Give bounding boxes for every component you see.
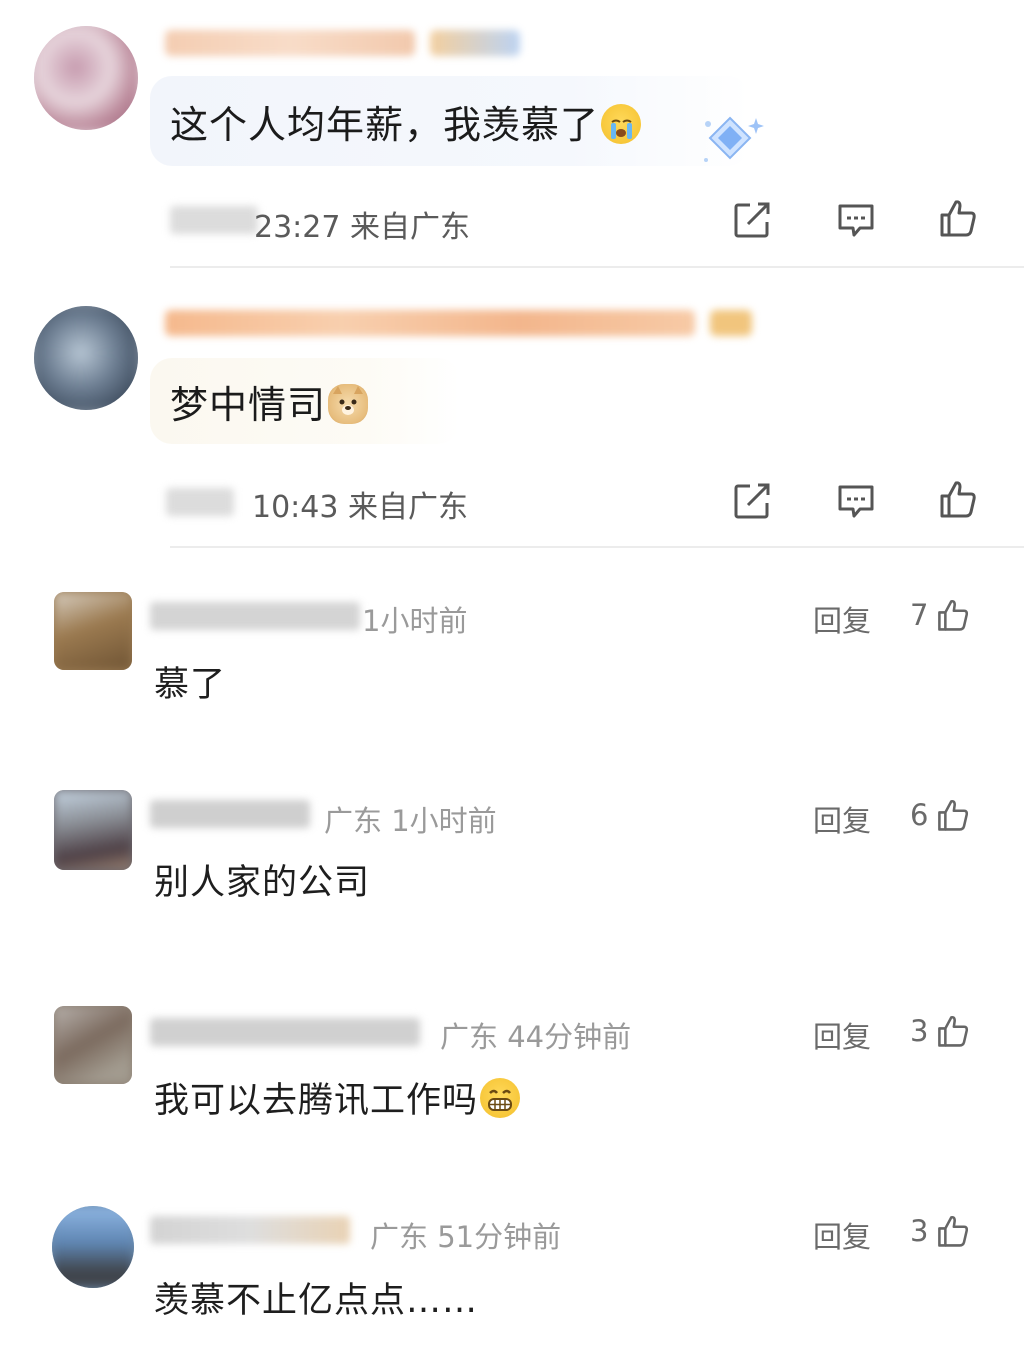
comment-meta: 广东 51分钟前 xyxy=(370,1220,562,1254)
user-badge xyxy=(710,310,752,336)
like-count: 3 xyxy=(910,1214,929,1248)
comment-text: 这个人均年薪，我羡慕了 xyxy=(170,94,642,149)
comment-text: 梦中情司 xyxy=(170,374,369,429)
comment-meta: 23:27 来自广东 xyxy=(254,210,471,245)
thumbs-up-icon[interactable] xyxy=(936,798,970,832)
divider xyxy=(170,266,1024,268)
avatar[interactable] xyxy=(34,26,138,130)
date-blurred xyxy=(166,488,234,516)
avatar[interactable] xyxy=(54,1006,132,1084)
avatar[interactable] xyxy=(54,790,132,870)
comment-text: 羡慕不止亿点点…… xyxy=(154,1281,479,1321)
reply-button[interactable]: 回复 xyxy=(813,1214,871,1256)
like-count: 6 xyxy=(910,798,929,832)
username[interactable] xyxy=(165,310,695,336)
thumbs-up-icon[interactable] xyxy=(938,479,978,519)
avatar[interactable] xyxy=(34,306,138,410)
doge-emoji-icon xyxy=(328,384,369,424)
list-item: 1小时前 慕了 回复 7 xyxy=(0,580,1024,760)
thumbs-up-icon[interactable] xyxy=(936,1214,970,1248)
like-count: 3 xyxy=(910,1014,929,1048)
divider xyxy=(170,546,1024,548)
comment-meta: 广东 44分钟前 xyxy=(440,1020,632,1054)
reply-button[interactable]: 回复 xyxy=(813,1014,871,1056)
comment-text: 慕了 xyxy=(154,665,227,705)
comment-meta: 1小时前 xyxy=(362,604,468,638)
list-item: 广东 1小时前 别人家的公司 回复 6 xyxy=(0,780,1024,960)
comment-text: 别人家的公司 xyxy=(154,863,371,903)
crying-emoji-icon xyxy=(601,104,642,144)
reply-button[interactable]: 回复 xyxy=(813,598,871,640)
comment-icon[interactable] xyxy=(836,481,876,521)
share-icon[interactable] xyxy=(732,200,772,240)
avatar[interactable] xyxy=(54,592,132,670)
list-item: 广东 44分钟前 我可以去腾讯工作吗 回复 3 xyxy=(0,998,1024,1178)
top-comment-2: 梦中情司 10:43 来自广东 xyxy=(0,270,1024,550)
user-badge xyxy=(430,30,520,56)
thumbs-up-icon[interactable] xyxy=(936,1014,970,1048)
comment-meta: 10:43 来自广东 xyxy=(252,490,469,525)
username[interactable] xyxy=(150,1216,350,1244)
username[interactable] xyxy=(150,602,360,630)
like-count: 7 xyxy=(910,598,929,632)
username[interactable] xyxy=(150,800,310,828)
date-blurred xyxy=(170,206,258,234)
reply-button[interactable]: 回复 xyxy=(813,798,871,840)
thumbs-up-icon[interactable] xyxy=(938,198,978,238)
username[interactable] xyxy=(165,30,415,56)
top-comment-1: 这个人均年薪，我羡慕了 23:27 来自广东 xyxy=(0,0,1024,270)
diamond-badge-icon xyxy=(704,116,764,162)
comment-meta: 广东 1小时前 xyxy=(324,804,497,838)
comment-text: 我可以去腾讯工作吗 xyxy=(154,1072,521,1123)
username[interactable] xyxy=(150,1018,420,1046)
comment-icon[interactable] xyxy=(836,200,876,240)
avatar[interactable] xyxy=(52,1206,134,1288)
thumbs-up-icon[interactable] xyxy=(936,598,970,632)
list-item: 广东 51分钟前 羡慕不止亿点点…… 回复 3 xyxy=(0,1198,1024,1358)
share-icon[interactable] xyxy=(732,481,772,521)
grin-emoji-icon xyxy=(480,1078,521,1118)
